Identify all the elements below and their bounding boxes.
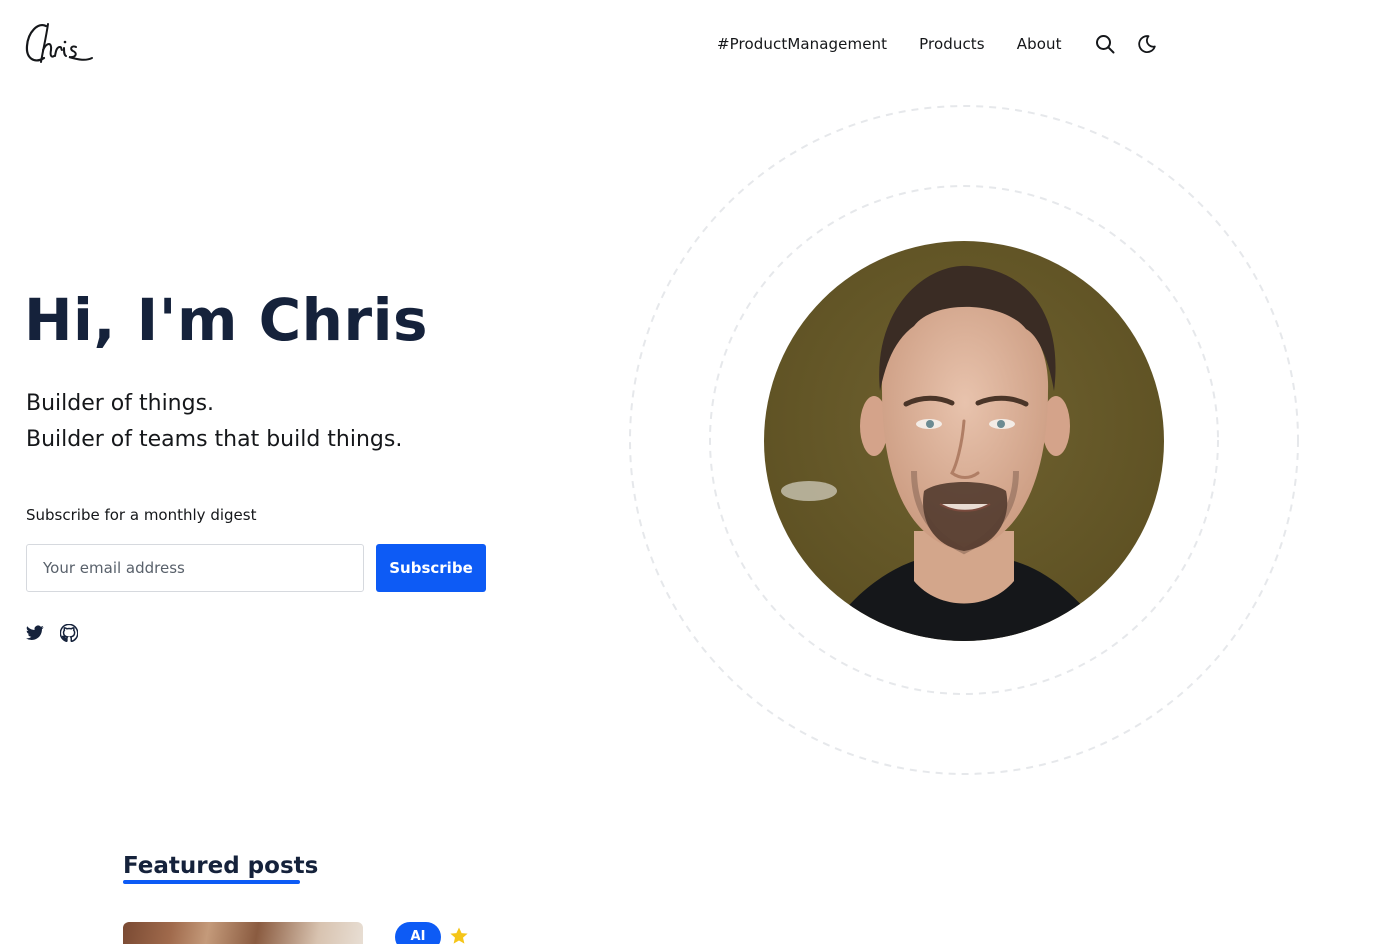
- social-links: [24, 622, 92, 644]
- profile-portrait: [764, 241, 1164, 641]
- search-icon[interactable]: [1094, 33, 1116, 55]
- nav-link-products[interactable]: Products: [919, 35, 985, 53]
- twitter-icon[interactable]: [24, 622, 46, 644]
- featured-posts-heading: Featured posts: [123, 853, 319, 879]
- featured-post-thumbnail[interactable]: [123, 922, 363, 944]
- featured-heading-underline: [123, 880, 300, 884]
- main-nav: #ProductManagement Products About: [717, 33, 1178, 55]
- nav-link-productmanagement[interactable]: #ProductManagement: [717, 35, 887, 53]
- tagline-line-1: Builder of things.: [26, 391, 215, 416]
- moon-icon[interactable]: [1136, 33, 1158, 55]
- hero-title: Hi, I'm Chris: [24, 286, 428, 354]
- star-icon: [450, 927, 468, 944]
- github-icon[interactable]: [58, 622, 80, 644]
- subscribe-button[interactable]: Subscribe: [376, 544, 486, 592]
- tagline-line-2: Builder of teams that build things.: [26, 427, 403, 452]
- site-logo[interactable]: [24, 20, 96, 68]
- subscribe-label: Subscribe for a monthly digest: [26, 506, 257, 524]
- email-input[interactable]: [26, 544, 364, 592]
- nav-link-about[interactable]: About: [1017, 35, 1062, 53]
- post-tag-badge[interactable]: AI: [395, 922, 441, 944]
- hero-tagline: Builder of things. Builder of teams that…: [26, 386, 402, 458]
